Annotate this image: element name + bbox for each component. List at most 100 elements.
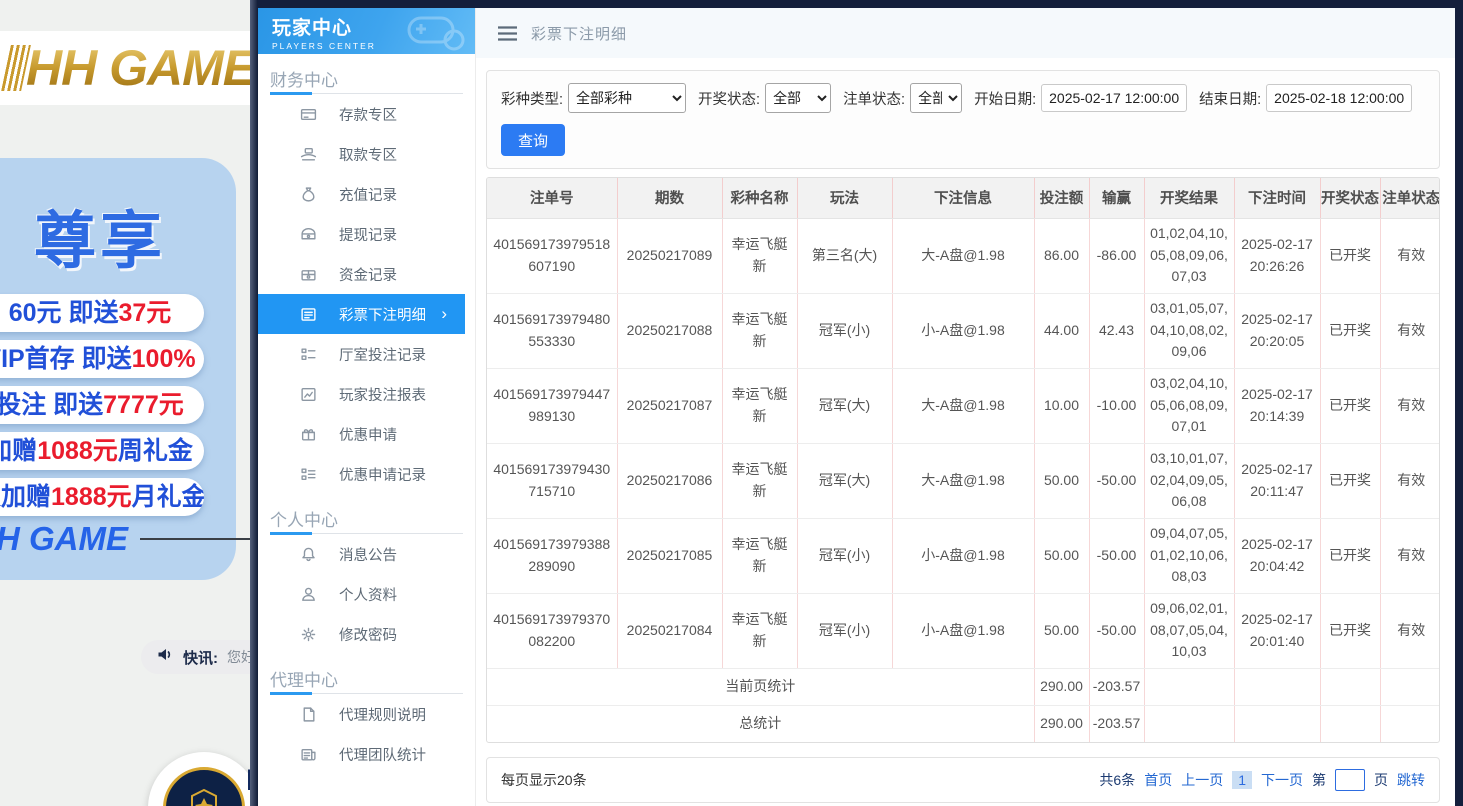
column-header: 下注信息 bbox=[892, 178, 1034, 218]
overlay-right-edge bbox=[1455, 0, 1463, 806]
table-cell: 已开奖 bbox=[1320, 518, 1380, 593]
table-cell: 已开奖 bbox=[1320, 593, 1380, 668]
column-header: 注单状态 bbox=[1380, 178, 1440, 218]
sidebar-item-label: 提现记录 bbox=[339, 224, 397, 245]
table-row: 40156917397948055333020250217088幸运飞艇新冠军(… bbox=[487, 293, 1440, 368]
sidebar-item-lottery-bets[interactable]: 彩票下注明细 › bbox=[258, 294, 465, 334]
sidebar-item-recharge[interactable]: 充值记录 › bbox=[258, 174, 475, 214]
prev-page-link[interactable]: 上一页 bbox=[1181, 770, 1223, 790]
site-logo: HH GAME bbox=[26, 39, 255, 97]
start-date-input[interactable] bbox=[1041, 84, 1187, 112]
table-cell: 有效 bbox=[1380, 518, 1440, 593]
table-row: 40156917397951860719020250217089幸运飞艇新第三名… bbox=[487, 218, 1440, 293]
sidebar-item-promo-record[interactable]: 优惠申请记录 › bbox=[258, 454, 475, 494]
sidebar-item-cashout[interactable]: 提现记录 › bbox=[258, 214, 475, 254]
table-cell: 20250217089 bbox=[617, 218, 722, 293]
table-cell: -50.00 bbox=[1089, 443, 1144, 518]
table-cell: 01,02,04,10,05,08,09,06,07,03 bbox=[1144, 218, 1234, 293]
end-date-input[interactable] bbox=[1266, 84, 1412, 112]
sidebar-item-gear[interactable]: 修改密码 › bbox=[258, 614, 475, 654]
sidebar-item-doc[interactable]: 代理规则说明 › bbox=[258, 694, 475, 734]
sidebar-item-deposit[interactable]: 存款专区 › bbox=[258, 94, 475, 134]
jump-suffix: 页 bbox=[1374, 770, 1388, 790]
table-cell: 有效 bbox=[1380, 443, 1440, 518]
pager-controls: 共6条 首页 上一页 1 下一页 第 页 跳转 bbox=[1099, 769, 1425, 791]
sidebar-item-report[interactable]: 玩家投注报表 › bbox=[258, 374, 475, 414]
table-header-row: 注单号期数彩种名称玩法下注信息投注额输赢开奖结果下注时间开奖状态注单状态 bbox=[487, 178, 1440, 218]
gamepad-decor-icon bbox=[391, 10, 469, 54]
first-page-link[interactable]: 首页 bbox=[1144, 770, 1172, 790]
table-cell: 2025-02-17 20:26:26 bbox=[1234, 218, 1320, 293]
table-cell: -10.00 bbox=[1089, 368, 1144, 443]
overlay-top-edge bbox=[258, 0, 1455, 8]
column-header: 下注时间 bbox=[1234, 178, 1320, 218]
sidebar-item-team-stats[interactable]: 代理团队统计 › bbox=[258, 734, 475, 774]
table-cell: 冠军(小) bbox=[797, 593, 892, 668]
chevron-right-icon: › bbox=[441, 304, 447, 324]
table-cell: 20250217087 bbox=[617, 368, 722, 443]
table-cell: 已开奖 bbox=[1320, 443, 1380, 518]
promo-footer-logo: H GAME bbox=[0, 520, 258, 558]
table-cell: 小-A盘@1.98 bbox=[892, 293, 1034, 368]
deposit-icon bbox=[300, 106, 317, 123]
summary-empty bbox=[1144, 668, 1234, 705]
promo-pill: 天加赠1888元月礼金 bbox=[0, 478, 204, 516]
table-row: 40156917397943071571020250217086幸运飞艇新冠军(… bbox=[487, 443, 1440, 518]
column-header: 玩法 bbox=[797, 178, 892, 218]
lottery-type-select[interactable]: 全部彩种 bbox=[568, 83, 686, 113]
table-cell: 42.43 bbox=[1089, 293, 1144, 368]
sidebar-item-label: 充值记录 bbox=[339, 184, 397, 205]
table-cell: 03,10,01,07,02,04,09,05,06,08 bbox=[1144, 443, 1234, 518]
order-status-select[interactable]: 全部 bbox=[910, 83, 962, 113]
search-button[interactable]: 查询 bbox=[501, 124, 565, 156]
table-row: 40156917397937008220020250217084幸运飞艇新冠军(… bbox=[487, 593, 1440, 668]
sidebar-item-promo-apply[interactable]: 优惠申请 › bbox=[258, 414, 475, 454]
page-jump-input[interactable] bbox=[1335, 769, 1365, 791]
draw-status-select[interactable]: 全部 bbox=[765, 83, 831, 113]
promo-pill: 60元 即送37元 bbox=[0, 294, 204, 332]
promo-footer-rule bbox=[140, 538, 258, 540]
next-page-link[interactable]: 下一页 bbox=[1261, 770, 1303, 790]
gear-icon bbox=[300, 626, 317, 643]
floating-crest[interactable] bbox=[148, 752, 258, 806]
table-cell: 幸运飞艇新 bbox=[722, 518, 797, 593]
summary-empty bbox=[1320, 668, 1380, 705]
column-header: 彩种名称 bbox=[722, 178, 797, 218]
overlay-left-edge bbox=[250, 0, 258, 806]
sidebar-item-funds[interactable]: 资金记录 › bbox=[258, 254, 475, 294]
sidebar-item-bell[interactable]: 消息公告 › bbox=[258, 534, 475, 574]
jump-button[interactable]: 跳转 bbox=[1397, 770, 1425, 790]
promo-footer-text: H GAME bbox=[0, 520, 128, 558]
table-cell: 2025-02-17 20:04:42 bbox=[1234, 518, 1320, 593]
sidebar-header: 玩家中心 PLAYERS CENTER bbox=[258, 8, 475, 54]
table-cell: 冠军(大) bbox=[797, 443, 892, 518]
menu-toggle-icon[interactable] bbox=[498, 26, 517, 41]
sidebar-item-label: 修改密码 bbox=[339, 624, 397, 645]
promo-pill: 加赠1088元周礼金 bbox=[0, 432, 204, 470]
sidebar-item-label: 玩家投注报表 bbox=[339, 384, 426, 405]
summary-winloss-total: -203.57 bbox=[1089, 705, 1144, 742]
table-cell: 401569173979388289090 bbox=[487, 518, 617, 593]
sidebar-item-withdraw[interactable]: 取款专区 › bbox=[258, 134, 475, 174]
sidebar-section-items: 消息公告 › 个人资料 › 修改密码 › bbox=[258, 534, 475, 654]
table-cell: 50.00 bbox=[1034, 443, 1089, 518]
table-cell: 44.00 bbox=[1034, 293, 1089, 368]
summary-empty bbox=[1380, 705, 1440, 742]
sidebar-item-profile[interactable]: 个人资料 › bbox=[258, 574, 475, 614]
table-cell: 第三名(大) bbox=[797, 218, 892, 293]
summary-empty bbox=[1320, 705, 1380, 742]
table-cell: 大-A盘@1.98 bbox=[892, 443, 1034, 518]
table-cell: 幸运飞艇新 bbox=[722, 368, 797, 443]
sidebar-section-title: 个人中心 bbox=[270, 506, 463, 534]
bell-icon bbox=[300, 546, 317, 563]
report-icon bbox=[300, 386, 317, 403]
current-page[interactable]: 1 bbox=[1232, 771, 1252, 789]
content-area: 彩种类型: 全部彩种 开奖状态: 全部 注单状态: 全部 开始日期: 结束日期:… bbox=[476, 58, 1455, 803]
table-cell: 401569173979430715710 bbox=[487, 443, 617, 518]
cashout-icon bbox=[300, 226, 317, 243]
promo-banner: 尊享 60元 即送37元VIP首存 即送100%投注 即送7777元加赠1088… bbox=[0, 158, 236, 580]
funds-icon bbox=[300, 266, 317, 283]
sidebar-item-hall-bets[interactable]: 厅室投注记录 › bbox=[258, 334, 475, 374]
table-cell: 50.00 bbox=[1034, 593, 1089, 668]
withdraw-icon bbox=[300, 146, 317, 163]
